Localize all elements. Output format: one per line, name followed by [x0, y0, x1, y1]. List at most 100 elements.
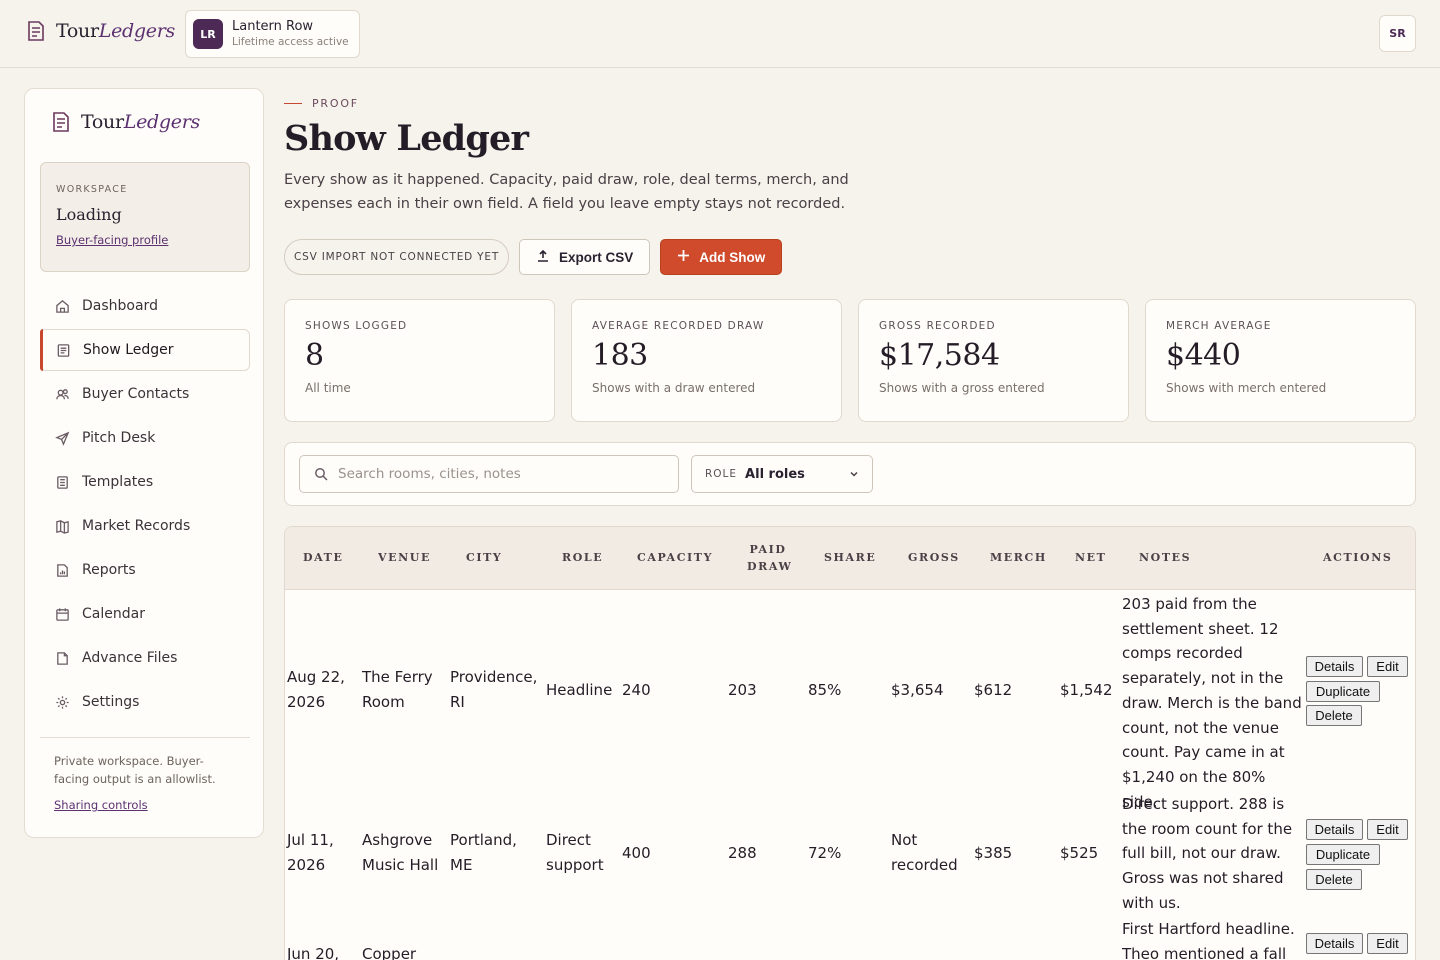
sidebar-item-label: Buyer Contacts — [82, 386, 190, 402]
export-csv-button[interactable]: Export CSV — [519, 239, 651, 275]
role-select[interactable]: ROLE All roles — [691, 455, 873, 493]
col-header-city[interactable]: CITY — [466, 549, 502, 566]
cell-notes: First Hartford headline. Theo mentioned … — [1122, 920, 1295, 960]
page-title: Show Ledger — [284, 118, 529, 159]
sidebar-item-label: Calendar — [82, 606, 145, 622]
sidebar-item-advance-files[interactable]: Advance Files — [40, 637, 250, 679]
map-icon — [54, 518, 70, 534]
table-row: Jul 11, 2026 Ashgrove Music Hall Portlan… — [285, 790, 1415, 915]
user-avatar-button[interactable]: SR — [1379, 15, 1416, 52]
row-actions: Details Edit — [1306, 916, 1415, 960]
duplicate-button[interactable]: Duplicate — [1306, 681, 1380, 702]
stat-value: $17,584 — [879, 338, 1000, 373]
eyebrow-text: PROOF — [312, 97, 359, 110]
sidebar-item-show-ledger[interactable]: Show Ledger — [40, 329, 250, 371]
filter-bar: Search rooms, cities, notes ROLE All rol… — [284, 442, 1416, 506]
workspace-label: WORKSPACE — [56, 184, 128, 195]
show-table: DATE VENUE CITY ROLE CAPACITY PAID DRAW S… — [284, 526, 1416, 960]
row-actions: Details Edit Duplicate Delete — [1306, 591, 1415, 789]
edit-button[interactable]: Edit — [1367, 819, 1408, 840]
ledger-logo-icon — [26, 20, 46, 42]
table-row: Jun 20, Copper First Hartford headline. … — [285, 916, 1415, 960]
sidebar-item-calendar[interactable]: Calendar — [40, 593, 250, 635]
table-row: Aug 22, 2026 The Ferry Room Providence, … — [285, 591, 1415, 811]
stat-value: $440 — [1166, 338, 1241, 373]
sidebar-item-pitch-desk[interactable]: Pitch Desk — [40, 417, 250, 459]
col-header-capacity[interactable]: CAPACITY — [637, 549, 713, 566]
csv-import-status-badge: CSV IMPORT NOT CONNECTED YET — [284, 239, 510, 275]
stat-value: 8 — [305, 338, 324, 373]
top-bar: TourLedgers LR Lantern Row Lifetime acce… — [0, 0, 1440, 68]
gear-icon — [54, 694, 70, 710]
col-header-share[interactable]: SHARE — [824, 549, 876, 566]
cell-net: $525 — [1060, 844, 1099, 862]
cell-city: Providence, RI — [450, 668, 538, 711]
cell-gross: Not recorded — [891, 831, 958, 874]
cell-share: 85% — [808, 681, 842, 699]
col-header-draw: DRAW — [747, 560, 793, 573]
details-button[interactable]: Details — [1306, 933, 1363, 954]
row-actions: Details Edit Duplicate Delete — [1306, 790, 1415, 915]
search-placeholder: Search rooms, cities, notes — [338, 466, 521, 482]
sidebar-item-label: Advance Files — [82, 650, 178, 666]
sidebar-item-reports[interactable]: Reports — [40, 549, 250, 591]
sidebar-item-templates[interactable]: Templates — [40, 461, 250, 503]
col-header-gross[interactable]: GROSS — [908, 549, 960, 566]
duplicate-button[interactable]: Duplicate — [1306, 844, 1380, 865]
stat-card-gross-recorded: GROSS RECORDED $17,584 Shows with a gros… — [858, 299, 1129, 422]
table-header: DATE VENUE CITY ROLE CAPACITY PAID DRAW S… — [285, 527, 1415, 590]
sidebar-item-label: Pitch Desk — [82, 430, 156, 446]
edit-button[interactable]: Edit — [1367, 656, 1408, 677]
delete-button[interactable]: Delete — [1306, 869, 1362, 890]
col-header-net[interactable]: NET — [1075, 549, 1106, 566]
file-icon — [54, 650, 70, 666]
cell-paid-draw: 288 — [728, 844, 757, 862]
send-icon — [54, 430, 70, 446]
col-header-paid: PAID — [749, 543, 787, 556]
sidebar-logo[interactable]: TourLedgers — [51, 111, 200, 133]
sidebar-item-label: Reports — [82, 562, 136, 578]
buyer-profile-link[interactable]: Buyer-facing profile — [56, 233, 168, 247]
plus-icon — [677, 249, 690, 265]
sidebar-item-label: Show Ledger — [83, 342, 174, 358]
sharing-controls-link[interactable]: Sharing controls — [54, 798, 148, 812]
sidebar-item-market-records[interactable]: Market Records — [40, 505, 250, 547]
col-header-paid-draw[interactable]: PAID DRAW — [747, 541, 793, 575]
cell-share: 72% — [808, 844, 842, 862]
sidebar-item-settings[interactable]: Settings — [40, 681, 250, 723]
col-header-date[interactable]: DATE — [303, 549, 343, 566]
cell-venue: Copper — [362, 945, 417, 960]
stat-card-average-draw: AVERAGE RECORDED DRAW 183 Shows with a d… — [571, 299, 842, 422]
add-show-label: Add Show — [699, 249, 766, 265]
cell-paid-draw: 203 — [728, 681, 757, 699]
sidebar-nav: Dashboard Show Ledger Buyer Contacts Pit… — [40, 285, 250, 725]
stat-label: MERCH AVERAGE — [1166, 320, 1272, 332]
cell-notes: Direct support. 288 is the room count fo… — [1122, 795, 1293, 912]
stat-sub: All time — [305, 381, 351, 395]
sidebar-item-label: Market Records — [82, 518, 191, 534]
cell-net: $1,542 — [1060, 681, 1113, 699]
eyebrow-dash — [284, 103, 302, 104]
sidebar-item-buyer-contacts[interactable]: Buyer Contacts — [40, 373, 250, 415]
col-header-notes[interactable]: NOTES — [1139, 549, 1191, 566]
ledger-logo-icon — [51, 111, 71, 133]
sidebar-item-dashboard[interactable]: Dashboard — [40, 285, 250, 327]
search-input[interactable]: Search rooms, cities, notes — [299, 455, 679, 493]
col-header-role[interactable]: ROLE — [562, 549, 603, 566]
sidebar-footer: Private workspace. Buyer-facing output i… — [40, 737, 250, 827]
col-header-venue[interactable]: VENUE — [378, 549, 431, 566]
action-row: CSV IMPORT NOT CONNECTED YET Export CSV … — [284, 239, 783, 275]
delete-button[interactable]: Delete — [1306, 705, 1362, 726]
workspace-switcher[interactable]: LR Lantern Row Lifetime access active — [185, 10, 360, 58]
cell-gross: $3,654 — [891, 681, 944, 699]
edit-button[interactable]: Edit — [1367, 933, 1408, 954]
app-logo[interactable]: TourLedgers — [26, 20, 175, 42]
page-eyebrow: PROOF — [284, 97, 359, 110]
stat-label: AVERAGE RECORDED DRAW — [592, 320, 765, 332]
details-button[interactable]: Details — [1306, 819, 1363, 840]
col-header-merch[interactable]: MERCH — [990, 549, 1047, 566]
details-button[interactable]: Details — [1306, 656, 1363, 677]
stat-label: GROSS RECORDED — [879, 320, 996, 332]
add-show-button[interactable]: Add Show — [660, 239, 783, 275]
cell-role: Headline — [546, 681, 613, 699]
